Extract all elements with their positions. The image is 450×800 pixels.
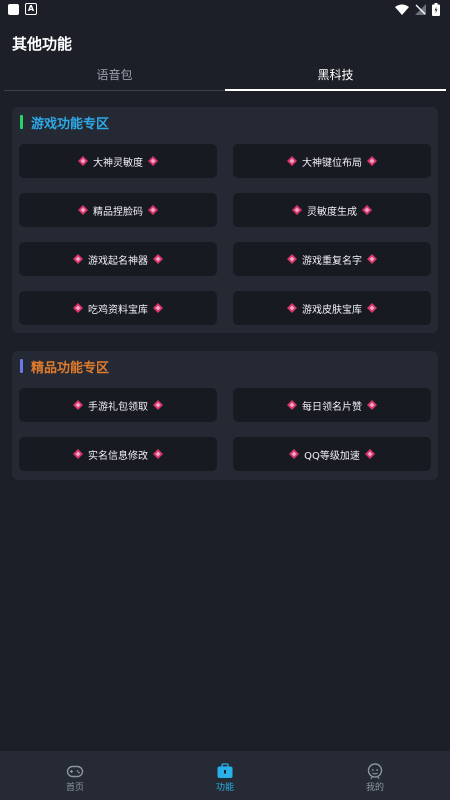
section-title: 游戏功能专区 [31, 117, 110, 132]
feature-button[interactable]: 游戏皮肤宝库 [233, 291, 431, 325]
battery-icon [432, 3, 440, 16]
diamond-icon [78, 156, 88, 166]
diamond-icon [73, 303, 83, 313]
feature-button[interactable]: 实名信息修改 [19, 437, 217, 471]
tab-black-tech[interactable]: 黑科技 [225, 62, 446, 90]
diamond-icon [289, 449, 300, 459]
premium-feature-section: 精品功能专区 手游礼包领取 每日领名片赞 实名信息修改 QQ等级加速 [12, 351, 438, 480]
feature-label: 大神灵敏度 [93, 157, 143, 169]
game-feature-section: 游戏功能专区 大神灵敏度 大神键位布局 精品捏脸码 灵敏度生成 游戏起名神器 游… [12, 107, 438, 333]
feature-label: 吃鸡资料宝库 [88, 304, 148, 316]
diamond-icon [73, 449, 83, 459]
diamond-icon [367, 303, 377, 313]
status-bar: A [0, 0, 450, 22]
diamond-icon [367, 254, 377, 264]
nav-features[interactable]: 功能 [150, 751, 300, 800]
diamond-icon [153, 400, 163, 410]
section-accent-bar [20, 359, 23, 373]
diamond-icon [292, 205, 302, 215]
feature-button[interactable]: 灵敏度生成 [233, 193, 431, 227]
diamond-icon [287, 400, 297, 410]
nav-label: 我的 [365, 783, 384, 793]
gamepad-icon [66, 765, 84, 778]
feature-label: 游戏皮肤宝库 [302, 304, 362, 316]
diamond-icon [78, 205, 88, 215]
feature-label: 精品捏脸码 [93, 206, 143, 218]
bottom-nav: 首页 功能 我的 [0, 751, 450, 800]
feature-button[interactable]: 每日领名片赞 [233, 388, 431, 422]
diamond-icon [287, 303, 297, 313]
feature-button[interactable]: QQ等级加速 [233, 437, 431, 471]
diamond-icon [287, 156, 297, 166]
no-signal-icon [415, 4, 426, 15]
page-title: 其他功能 [12, 35, 73, 53]
diamond-icon [148, 205, 158, 215]
notification-a-icon: A [25, 3, 37, 15]
tab-active-indicator [225, 89, 446, 91]
nav-label: 功能 [215, 783, 234, 793]
tab-voice-pack[interactable]: 语音包 [4, 62, 225, 90]
diamond-icon [148, 156, 158, 166]
diamond-icon [367, 400, 377, 410]
section-title: 精品功能专区 [31, 361, 110, 376]
feature-label: QQ等级加速 [304, 450, 360, 462]
feature-label: 实名信息修改 [88, 450, 148, 462]
feature-label: 灵敏度生成 [307, 206, 357, 218]
wifi-icon [395, 4, 409, 15]
feature-button[interactable]: 吃鸡资料宝库 [19, 291, 217, 325]
diamond-icon [364, 449, 375, 459]
feature-label: 游戏起名神器 [88, 255, 148, 267]
nav-label: 首页 [65, 783, 84, 793]
diamond-icon [287, 254, 297, 264]
feature-button[interactable]: 大神灵敏度 [19, 144, 217, 178]
feature-button[interactable]: 大神键位布局 [233, 144, 431, 178]
feature-label: 大神键位布局 [302, 157, 362, 169]
feature-label: 手游礼包领取 [88, 401, 148, 413]
toolbox-icon [217, 763, 233, 778]
nav-home[interactable]: 首页 [0, 751, 150, 800]
feature-button[interactable]: 精品捏脸码 [19, 193, 217, 227]
diamond-icon [153, 303, 163, 313]
feature-label: 游戏重复名字 [302, 255, 362, 267]
feature-button[interactable]: 游戏起名神器 [19, 242, 217, 276]
feature-label: 每日领名片赞 [302, 401, 362, 413]
notification-square-icon [8, 3, 19, 15]
face-icon [367, 763, 383, 780]
tab-bar: 语音包 黑科技 [4, 62, 446, 92]
feature-button[interactable]: 游戏重复名字 [233, 242, 431, 276]
section-accent-bar [20, 115, 23, 129]
diamond-icon [153, 254, 163, 264]
diamond-icon [362, 205, 372, 215]
feature-button[interactable]: 手游礼包领取 [19, 388, 217, 422]
diamond-icon [153, 449, 163, 459]
diamond-icon [73, 254, 83, 264]
diamond-icon [73, 400, 83, 410]
nav-profile[interactable]: 我的 [300, 751, 450, 800]
diamond-icon [367, 156, 377, 166]
